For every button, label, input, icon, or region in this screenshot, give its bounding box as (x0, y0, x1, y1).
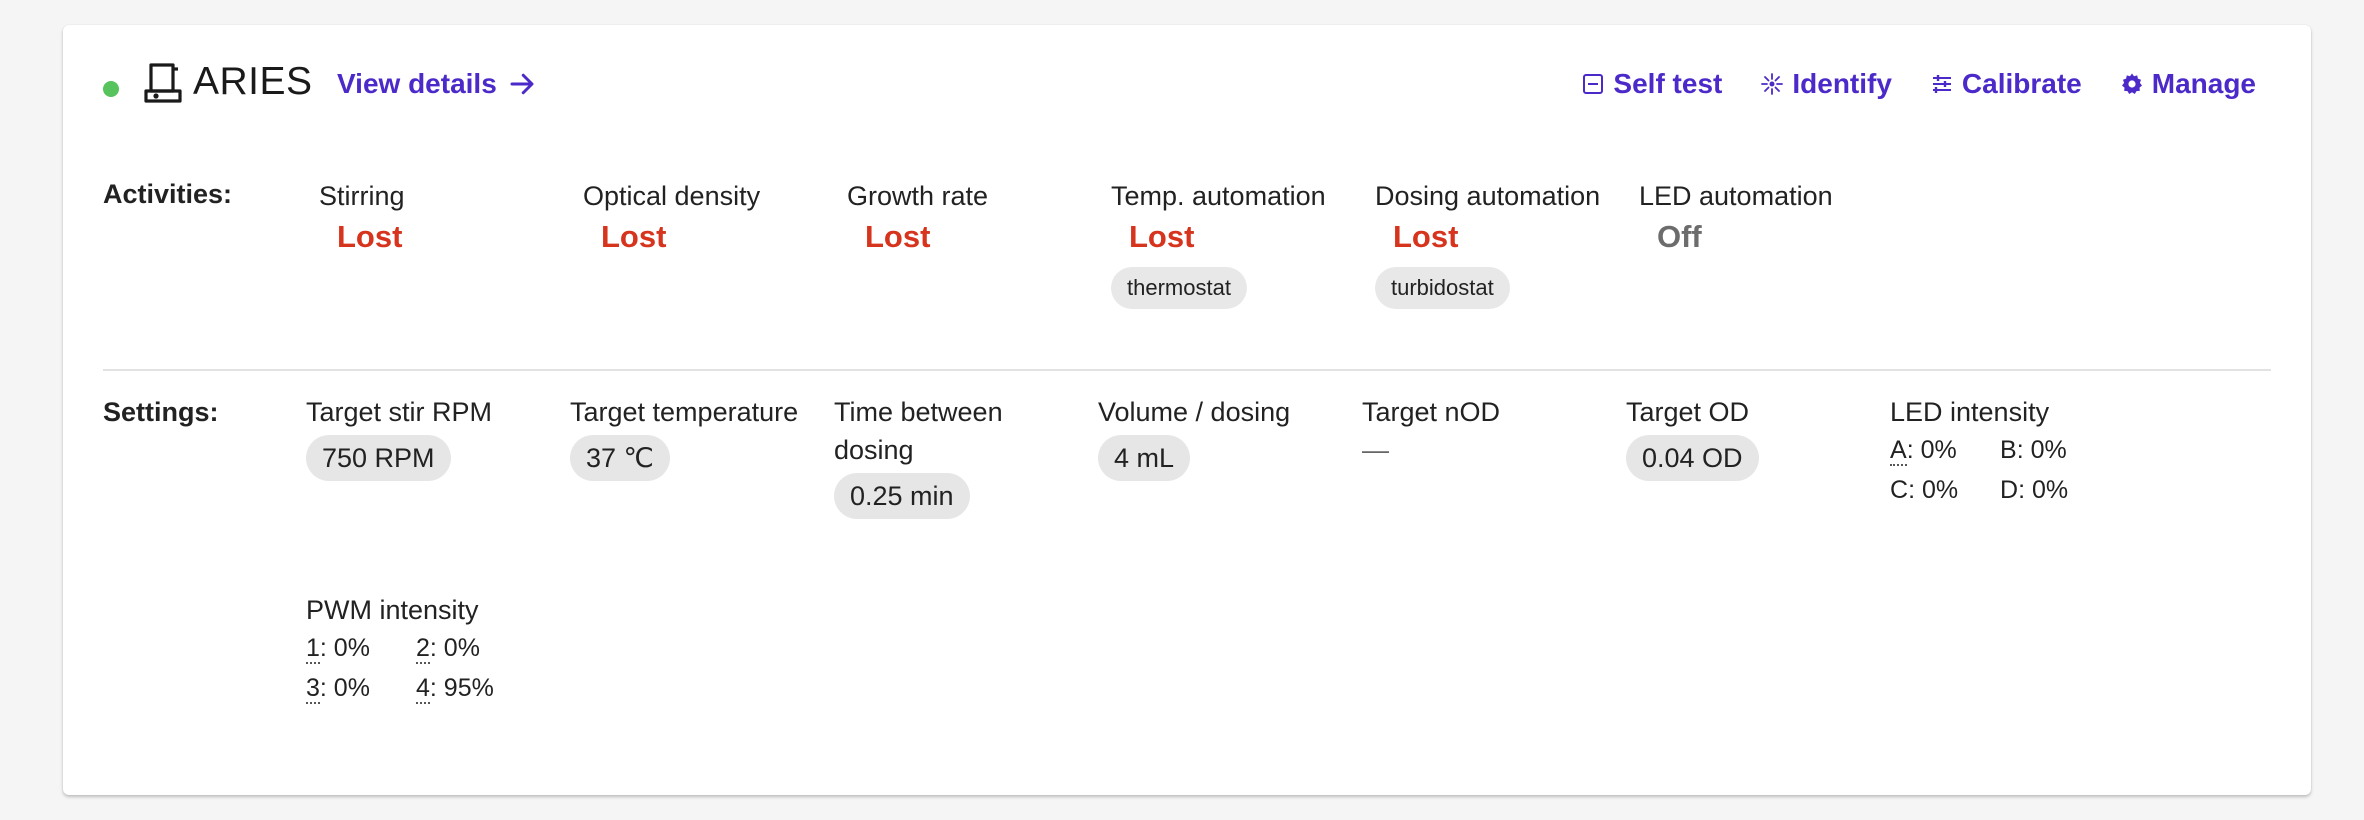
led-channel-d: D: 0% (2000, 471, 2110, 509)
identify-icon (1761, 73, 1784, 95)
channel-key: B (2000, 436, 2017, 464)
unit-name: ARIES (193, 60, 313, 103)
activity-stirring: Stirring Lost (319, 177, 405, 257)
gear-icon (2121, 73, 2142, 94)
arrow-right-icon (510, 73, 534, 95)
led-channel-c: C: 0% (1890, 471, 2000, 509)
setting-led-intensity: LED intensity A: 0% B: 0% C: 0% D: 0% (1890, 393, 2110, 509)
pwm-channel-grid: 1: 0% 2: 0% 3: 0% 4: 95% (306, 629, 526, 707)
pwm-channel-2: 2: 0% (416, 629, 526, 667)
channel-key: C (1890, 476, 1909, 504)
identify-button[interactable]: Identify (1760, 68, 1892, 100)
card-header: ARIES View details Self test Identify Ca… (63, 25, 2311, 137)
section-divider (103, 369, 2271, 371)
channel-value: : 95% (429, 674, 494, 702)
self-test-icon (1583, 74, 1604, 94)
led-channel-a: A: 0% (1890, 431, 2000, 469)
setting-title: Target nOD (1362, 397, 1501, 427)
activity-state: Off (1657, 219, 1702, 254)
header-actions: Self test Identify Calibrate Manage (1581, 64, 2256, 104)
view-details-label: View details (337, 68, 497, 99)
setting-target-stir-rpm: Target stir RPM 750 RPM (306, 393, 492, 481)
activity-temp-automation: Temp. automation Lost thermostat (1111, 177, 1326, 309)
pwm-channel-1: 1: 0% (306, 629, 416, 667)
channel-key: A (1890, 436, 1907, 466)
setting-value-chip[interactable]: 0.04 OD (1626, 435, 1759, 481)
setting-title: Target stir RPM (306, 397, 493, 427)
channel-value: : 0% (319, 634, 370, 662)
setting-value-chip[interactable]: 37 ℃ (570, 435, 670, 481)
setting-time-between-dosing: Time between dosing 0.25 min (834, 393, 1003, 519)
unit-card: ARIES View details Self test Identify Ca… (63, 25, 2311, 795)
led-channel-b: B: 0% (2000, 431, 2110, 469)
setting-value-chip[interactable]: 0.25 min (834, 473, 970, 519)
settings-label: Settings: (103, 397, 219, 427)
setting-target-temperature: Target temperature 37 ℃ (570, 393, 798, 481)
activity-state: Lost (1393, 219, 1459, 254)
manage-label: Manage (2151, 68, 2256, 99)
self-test-button[interactable]: Self test (1581, 68, 1722, 100)
channel-value: : 0% (1908, 476, 1959, 504)
status-indicator (103, 81, 119, 97)
setting-value: — (1362, 435, 1389, 465)
setting-target-nod: Target nOD — (1362, 393, 1500, 469)
setting-title: PWM intensity (306, 595, 479, 625)
setting-value-chip[interactable]: 750 RPM (306, 435, 451, 481)
activities-label: Activities: (103, 179, 233, 209)
activity-led-automation: LED automation Off (1639, 177, 1833, 257)
activity-title: LED automation (1639, 181, 1833, 211)
channel-value: : 0% (319, 674, 370, 702)
self-test-label: Self test (1613, 68, 1723, 99)
setting-title: LED intensity (1890, 397, 2050, 427)
pwm-channel-3: 3: 0% (306, 669, 416, 707)
channel-value: : 0% (2018, 476, 2069, 504)
setting-pwm-intensity: PWM intensity 1: 0% 2: 0% 3: 0% 4: 95% (306, 591, 526, 707)
setting-title: Volume / dosing (1098, 397, 1291, 427)
channel-key: 4 (416, 674, 430, 704)
setting-title: Time between (834, 397, 1003, 427)
activity-dosing-automation: Dosing automation Lost turbidostat (1375, 177, 1600, 309)
activity-title: Stirring (319, 181, 405, 211)
channel-key: 3 (306, 674, 320, 704)
setting-volume-dosing: Volume / dosing 4 mL (1098, 393, 1290, 481)
activity-title: Dosing automation (1375, 181, 1601, 211)
setting-title: Target temperature (570, 397, 799, 427)
activity-state: Lost (337, 219, 403, 254)
activity-title: Optical density (583, 181, 761, 211)
channel-key: 2 (416, 634, 430, 664)
activity-state: Lost (601, 219, 667, 254)
led-channel-grid: A: 0% B: 0% C: 0% D: 0% (1890, 431, 2110, 509)
activity-state: Lost (865, 219, 931, 254)
view-details-link[interactable]: View details (337, 64, 537, 104)
channel-key: D (2000, 476, 2019, 504)
calibrate-button[interactable]: Calibrate (1930, 68, 2082, 100)
calibrate-label: Calibrate (1961, 68, 2082, 99)
manage-button[interactable]: Manage (2120, 68, 2256, 100)
automation-chip[interactable]: thermostat (1111, 267, 1247, 309)
calibrate-icon (1932, 75, 1951, 93)
channel-value: : 0% (429, 634, 480, 662)
channel-key: 1 (306, 634, 320, 664)
pwm-channel-4: 4: 95% (416, 669, 526, 707)
activity-state: Lost (1129, 219, 1195, 254)
channel-value: : 0% (1906, 436, 1957, 464)
automation-chip[interactable]: turbidostat (1375, 267, 1510, 309)
activity-optical-density: Optical density Lost (583, 177, 760, 257)
setting-title: Target OD (1626, 397, 1750, 427)
activity-growth-rate: Growth rate Lost (847, 177, 988, 257)
setting-value-chip[interactable]: 4 mL (1098, 435, 1191, 481)
setting-target-od: Target OD 0.04 OD (1626, 393, 1759, 481)
setting-title: dosing (834, 435, 914, 465)
activity-title: Temp. automation (1111, 181, 1326, 211)
identify-label: Identify (1792, 68, 1892, 99)
channel-value: : 0% (2016, 436, 2067, 464)
activity-title: Growth rate (847, 181, 989, 211)
bioreactor-icon (144, 63, 182, 103)
